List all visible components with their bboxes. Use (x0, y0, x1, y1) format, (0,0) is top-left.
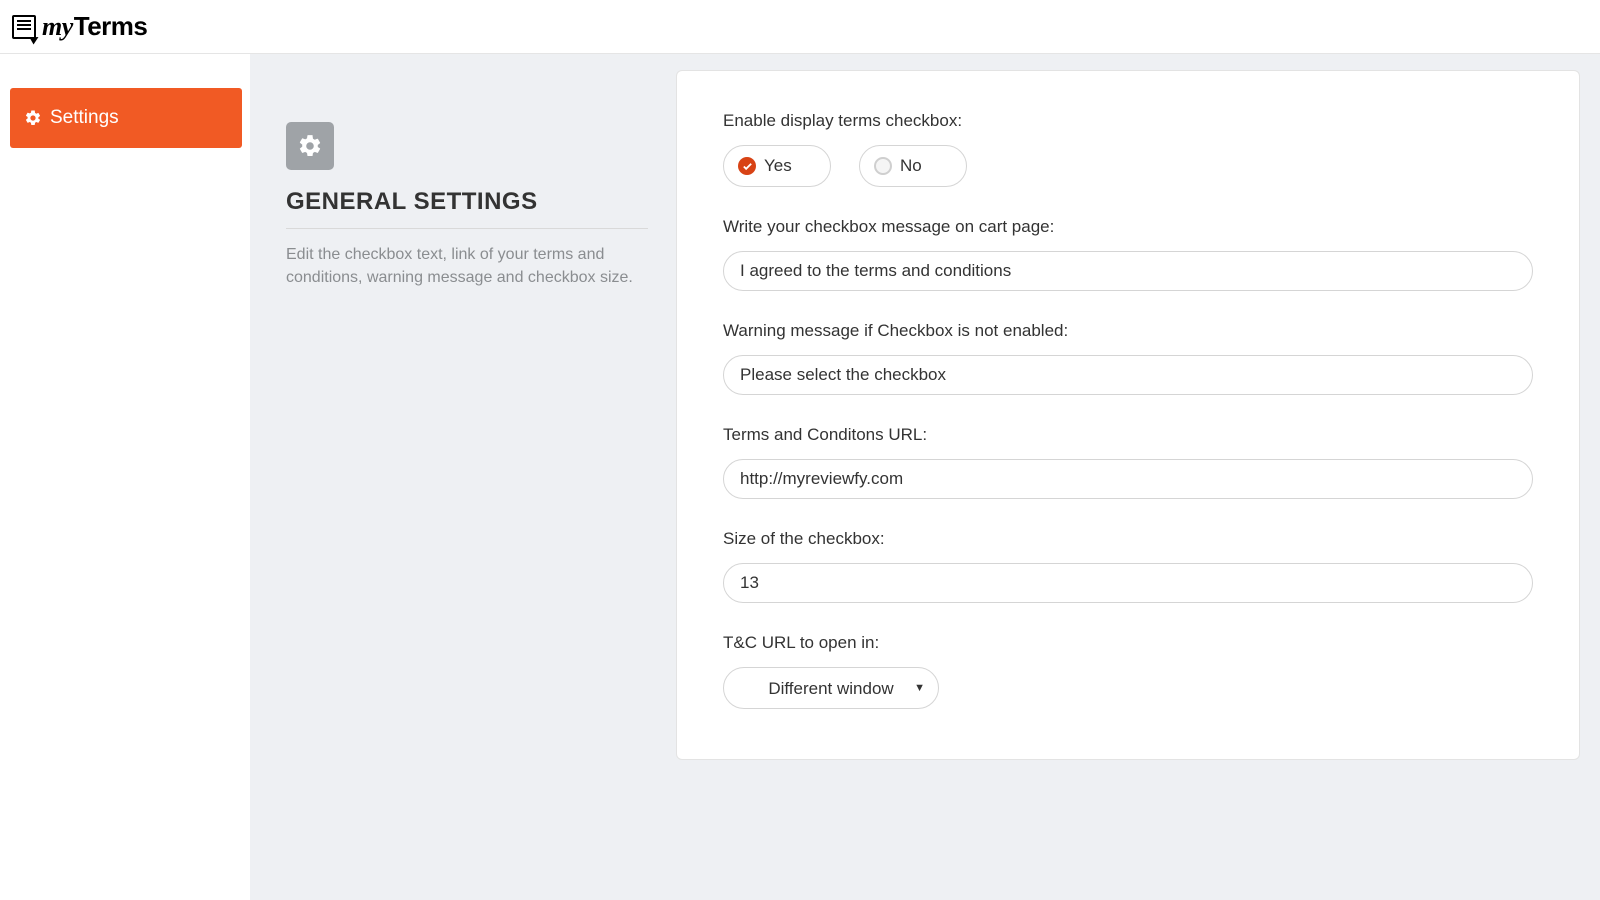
sidebar: Settings (0, 54, 250, 900)
settings-form: Enable display terms checkbox: Yes No (676, 70, 1580, 760)
open-label: T&C URL to open in: (723, 633, 1533, 653)
group-open: T&C URL to open in: Different window ▼ (723, 633, 1533, 709)
app-header: myTerms (0, 0, 1600, 54)
radio-off-icon (874, 157, 892, 175)
group-message: Write your checkbox message on cart page… (723, 217, 1533, 291)
group-enable: Enable display terms checkbox: Yes No (723, 111, 1533, 187)
open-select-wrap: Different window ▼ (723, 667, 939, 709)
page-body: Settings GENERAL SETTINGS Edit the check… (0, 54, 1600, 900)
url-label: Terms and Conditons URL: (723, 425, 1533, 445)
logo-doc-icon (12, 15, 36, 39)
enable-yes-option[interactable]: Yes (723, 145, 831, 187)
page-title: GENERAL SETTINGS (286, 188, 648, 229)
warning-label: Warning message if Checkbox is not enabl… (723, 321, 1533, 341)
gear-icon (24, 109, 42, 127)
size-label: Size of the checkbox: (723, 529, 1533, 549)
enable-no-option[interactable]: No (859, 145, 967, 187)
no-label: No (900, 156, 922, 176)
group-size: Size of the checkbox: (723, 529, 1533, 603)
yes-label: Yes (764, 156, 792, 176)
group-url: Terms and Conditons URL: (723, 425, 1533, 499)
logo-suffix: Terms (74, 11, 148, 41)
page-description: Edit the checkbox text, link of your ter… (286, 243, 648, 289)
enable-radio-row: Yes No (723, 145, 1533, 187)
check-icon (738, 157, 756, 175)
gear-icon (286, 122, 334, 170)
enable-label: Enable display terms checkbox: (723, 111, 1533, 131)
warning-input[interactable] (723, 355, 1533, 395)
size-input[interactable] (723, 563, 1533, 603)
app-logo-text: myTerms (42, 11, 147, 42)
intro-column: GENERAL SETTINGS Edit the checkbox text,… (286, 70, 676, 289)
message-label: Write your checkbox message on cart page… (723, 217, 1533, 237)
logo-prefix: my (42, 12, 73, 41)
group-warning: Warning message if Checkbox is not enabl… (723, 321, 1533, 395)
message-input[interactable] (723, 251, 1533, 291)
sidebar-item-settings[interactable]: Settings (10, 88, 242, 148)
main-area: GENERAL SETTINGS Edit the checkbox text,… (250, 54, 1600, 900)
sidebar-item-label: Settings (50, 107, 119, 129)
url-input[interactable] (723, 459, 1533, 499)
open-select[interactable]: Different window (723, 667, 939, 709)
